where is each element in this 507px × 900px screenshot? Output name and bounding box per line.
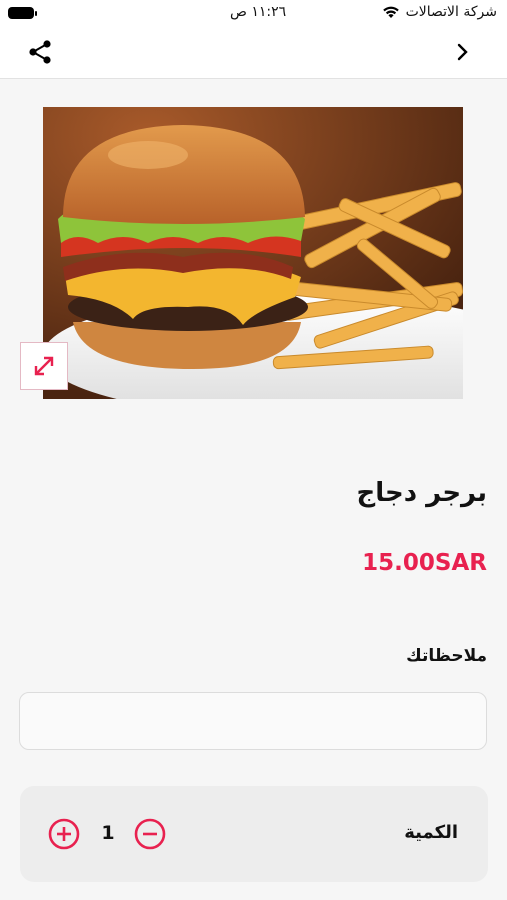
status-time: ١١:٢٦ ص [230, 4, 287, 20]
chevron-right-icon[interactable] [453, 40, 473, 64]
expand-icon [34, 356, 54, 376]
status-bar: ١١:٢٦ ص شركة الاتصالات [0, 0, 507, 26]
notes-input[interactable] [19, 692, 487, 750]
product-price: 15.00SAR [362, 550, 487, 576]
plus-circle-icon[interactable] [48, 818, 80, 850]
wifi-icon [382, 6, 399, 18]
product-name: برجر دجاج [356, 478, 487, 508]
carrier-group: شركة الاتصالات [382, 4, 497, 20]
top-navigation-bar [0, 26, 507, 79]
carrier-name: شركة الاتصالات [405, 4, 497, 20]
quantity-value: 1 [101, 822, 115, 844]
share-icon[interactable] [26, 38, 54, 66]
expand-image-button[interactable] [20, 342, 68, 390]
quantity-stepper: 1 الكمية [20, 786, 488, 882]
notes-label: ملاحظاتك [406, 646, 487, 666]
minus-circle-icon[interactable] [134, 818, 166, 850]
quantity-label: الكمية [404, 822, 458, 843]
product-image [43, 107, 463, 399]
burger-fries-photo [43, 107, 463, 399]
battery-icon [8, 7, 37, 19]
